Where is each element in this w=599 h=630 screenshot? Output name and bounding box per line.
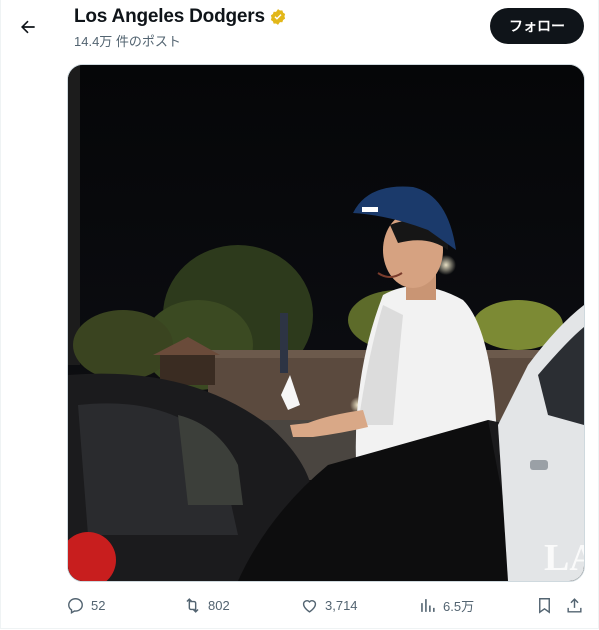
heart-icon	[302, 599, 317, 613]
repost-icon	[186, 597, 199, 613]
follow-button[interactable]: フォロー	[490, 8, 584, 44]
view-count: 6.5万	[443, 598, 475, 614]
repost-button[interactable]: 802	[183, 590, 230, 620]
back-button[interactable]	[13, 12, 43, 42]
post-action-bar: 52 802 3,714 6.5万	[0, 590, 599, 620]
back-arrow-icon	[21, 20, 35, 34]
account-name: Los Angeles Dodgers	[74, 6, 265, 27]
reply-button[interactable]: 52	[66, 590, 105, 620]
repost-count: 802	[208, 597, 230, 613]
header-title-block: Los Angeles Dodgers 14.4万 件のポスト	[74, 6, 287, 50]
views-chart-icon	[421, 598, 435, 612]
bookmark-button[interactable]	[535, 590, 554, 620]
reply-count: 52	[91, 597, 106, 613]
like-button[interactable]: 3,714	[300, 590, 358, 620]
views-button[interactable]: 6.5万	[418, 590, 474, 620]
reply-icon	[68, 597, 83, 614]
account-title: Los Angeles Dodgers	[74, 6, 287, 28]
la-watermark: LA	[544, 537, 584, 579]
bookmark-icon	[539, 597, 550, 614]
verified-badge-icon	[270, 9, 285, 25]
profile-header: Los Angeles Dodgers 14.4万 件のポスト フォロー	[0, 0, 599, 56]
video-frame-image: LA	[68, 65, 584, 581]
video-thumbnail[interactable]: LA	[67, 64, 585, 582]
like-count: 3,714	[325, 597, 358, 613]
post-count: 14.4万 件のポスト	[74, 34, 181, 49]
share-button[interactable]	[565, 590, 584, 620]
share-icon	[567, 597, 582, 613]
